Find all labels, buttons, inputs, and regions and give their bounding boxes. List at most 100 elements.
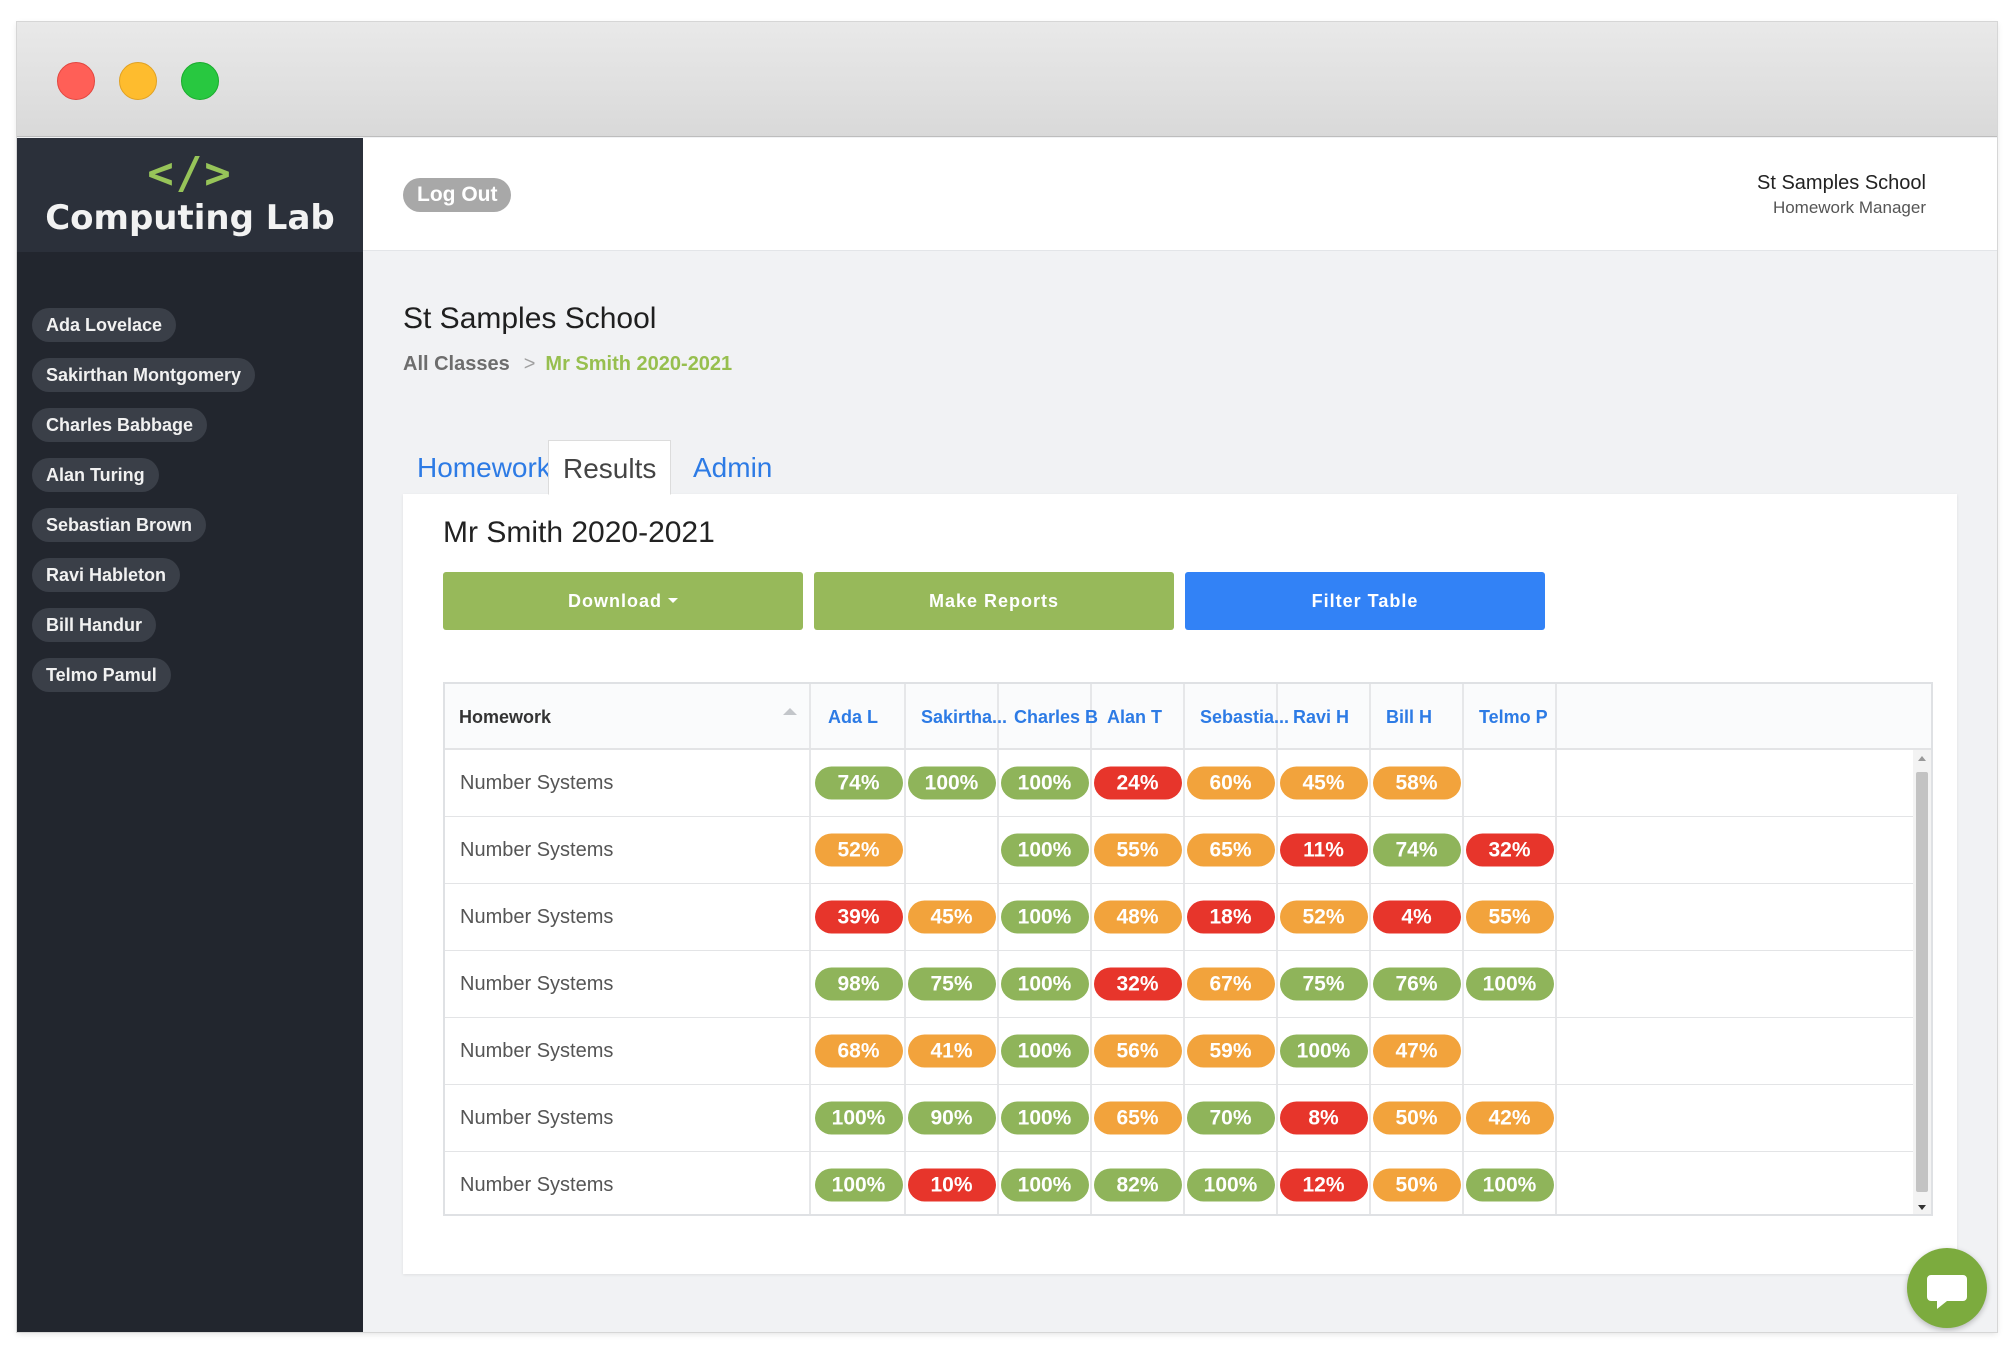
brand-logo[interactable]: </> Computing Lab bbox=[17, 138, 363, 252]
table-scrollbar[interactable] bbox=[1913, 750, 1931, 1214]
score-badge[interactable]: 67% bbox=[1186, 967, 1275, 1001]
score-badge[interactable]: 48% bbox=[1093, 900, 1182, 934]
student-column-header[interactable]: Sakirtha... bbox=[906, 684, 1007, 748]
homework-name[interactable]: Number Systems bbox=[445, 1018, 811, 1084]
score-badge[interactable]: 39% bbox=[814, 900, 903, 934]
score-badge[interactable]: 75% bbox=[907, 967, 996, 1001]
homework-name[interactable]: Number Systems bbox=[445, 750, 811, 816]
score-badge[interactable]: 52% bbox=[1279, 900, 1368, 934]
score-badge[interactable]: 74% bbox=[814, 766, 903, 800]
score-badge[interactable]: 65% bbox=[1186, 833, 1275, 867]
scroll-down-icon[interactable] bbox=[1918, 1205, 1926, 1210]
score-badge[interactable]: 74% bbox=[1372, 833, 1461, 867]
minimize-window-button[interactable] bbox=[119, 62, 157, 100]
score-badge[interactable]: 41% bbox=[907, 1034, 996, 1068]
logout-button[interactable]: Log Out bbox=[403, 178, 512, 212]
score-badge[interactable]: 4% bbox=[1372, 900, 1461, 934]
scroll-up-icon[interactable] bbox=[1918, 756, 1926, 761]
sidebar-item-student[interactable]: Alan Turing bbox=[32, 458, 159, 492]
student-column-header[interactable]: Ravi H bbox=[1278, 684, 1371, 748]
score-badge[interactable]: 70% bbox=[1186, 1101, 1275, 1135]
score-badge[interactable]: 100% bbox=[907, 766, 996, 800]
homework-column-header[interactable]: Homework bbox=[445, 684, 811, 748]
score-badge[interactable]: 32% bbox=[1093, 967, 1182, 1001]
homework-name[interactable]: Number Systems bbox=[445, 1085, 811, 1151]
score-badge[interactable]: 47% bbox=[1372, 1034, 1461, 1068]
student-column-header[interactable]: Telmo P bbox=[1464, 684, 1557, 748]
sidebar-item-student[interactable]: Charles Babbage bbox=[32, 408, 208, 442]
score-badge[interactable]: 42% bbox=[1465, 1101, 1554, 1135]
score-badge[interactable]: 10% bbox=[907, 1168, 996, 1202]
download-button[interactable]: Download bbox=[443, 572, 803, 630]
score-badge[interactable]: 24% bbox=[1093, 766, 1182, 800]
score-badge[interactable]: 100% bbox=[1279, 1034, 1368, 1068]
sort-asc-icon[interactable] bbox=[783, 708, 797, 715]
score-badge[interactable]: 98% bbox=[814, 967, 903, 1001]
student-column-header[interactable]: Ada L bbox=[813, 684, 906, 748]
score-badge[interactable]: 100% bbox=[1000, 1101, 1089, 1135]
scrollbar-thumb[interactable] bbox=[1916, 772, 1928, 1192]
sidebar-item-student[interactable]: Telmo Pamul bbox=[32, 658, 171, 692]
score-cell: 100% bbox=[813, 1085, 906, 1151]
sidebar-item-student[interactable]: Ravi Hableton bbox=[32, 558, 181, 592]
score-badge[interactable]: 32% bbox=[1465, 833, 1554, 867]
homework-name[interactable]: Number Systems bbox=[445, 884, 811, 950]
student-column-header[interactable]: Alan T bbox=[1092, 684, 1185, 748]
score-badge[interactable]: 100% bbox=[1000, 1168, 1089, 1202]
score-badge[interactable]: 45% bbox=[907, 900, 996, 934]
score-badge[interactable]: 50% bbox=[1372, 1101, 1461, 1135]
score-badge[interactable]: 100% bbox=[1465, 967, 1554, 1001]
tab-results[interactable]: Results bbox=[548, 440, 672, 495]
score-badge[interactable]: 45% bbox=[1279, 766, 1368, 800]
score-badge[interactable]: 50% bbox=[1372, 1168, 1461, 1202]
score-badge[interactable]: 100% bbox=[1186, 1168, 1275, 1202]
student-column-header[interactable]: Sebastia... bbox=[1185, 684, 1289, 748]
homework-name[interactable]: Number Systems bbox=[445, 951, 811, 1017]
score-badge[interactable]: 100% bbox=[1000, 766, 1089, 800]
maximize-window-button[interactable] bbox=[181, 62, 219, 100]
breadcrumb-current-class[interactable]: Mr Smith 2020-2021 bbox=[545, 353, 732, 375]
score-badge[interactable]: 90% bbox=[907, 1101, 996, 1135]
score-badge[interactable]: 75% bbox=[1279, 967, 1368, 1001]
homework-name[interactable]: Number Systems bbox=[445, 817, 811, 883]
sidebar-item-student[interactable]: Bill Handur bbox=[32, 608, 157, 642]
score-badge[interactable]: 58% bbox=[1372, 766, 1461, 800]
score-badge[interactable]: 65% bbox=[1093, 1101, 1182, 1135]
score-badge[interactable]: 100% bbox=[814, 1101, 903, 1135]
tab-admin[interactable]: Admin bbox=[679, 440, 786, 495]
score-badge[interactable]: 12% bbox=[1279, 1168, 1368, 1202]
sidebar-item-student[interactable]: Sakirthan Montgomery bbox=[32, 358, 256, 392]
close-window-button[interactable] bbox=[57, 62, 95, 100]
score-cell: 67% bbox=[1185, 951, 1278, 1017]
score-badge[interactable]: 52% bbox=[814, 833, 903, 867]
sidebar-item-student[interactable]: Sebastian Brown bbox=[32, 508, 207, 542]
score-badge[interactable]: 18% bbox=[1186, 900, 1275, 934]
score-badge[interactable]: 100% bbox=[1465, 1168, 1554, 1202]
score-badge[interactable]: 100% bbox=[1000, 967, 1089, 1001]
score-badge[interactable]: 100% bbox=[1000, 833, 1089, 867]
score-badge[interactable]: 11% bbox=[1279, 833, 1368, 867]
score-badge[interactable]: 55% bbox=[1465, 900, 1554, 934]
make-reports-button[interactable]: Make Reports bbox=[814, 572, 1174, 630]
score-badge[interactable]: 100% bbox=[1000, 900, 1089, 934]
download-label: Download bbox=[568, 591, 662, 611]
filter-table-button[interactable]: Filter Table bbox=[1185, 572, 1545, 630]
score-badge[interactable]: 100% bbox=[1000, 1034, 1089, 1068]
score-badge[interactable]: 60% bbox=[1186, 766, 1275, 800]
score-badge[interactable]: 56% bbox=[1093, 1034, 1182, 1068]
student-column-header[interactable]: Bill H bbox=[1371, 684, 1464, 748]
sidebar-item-student[interactable]: Ada Lovelace bbox=[32, 308, 177, 342]
score-badge[interactable]: 100% bbox=[814, 1168, 903, 1202]
tab-homework[interactable]: Homework bbox=[403, 440, 565, 495]
score-badge[interactable]: 59% bbox=[1186, 1034, 1275, 1068]
score-badge[interactable]: 55% bbox=[1093, 833, 1182, 867]
chat-button[interactable] bbox=[1907, 1248, 1987, 1328]
homework-name[interactable]: Number Systems bbox=[445, 1152, 811, 1214]
student-column-header[interactable]: Charles B bbox=[999, 684, 1098, 748]
score-badge[interactable]: 82% bbox=[1093, 1168, 1182, 1202]
score-cell: 100% bbox=[999, 884, 1092, 950]
score-badge[interactable]: 8% bbox=[1279, 1101, 1368, 1135]
score-badge[interactable]: 76% bbox=[1372, 967, 1461, 1001]
breadcrumb-all-classes[interactable]: All Classes bbox=[403, 353, 510, 375]
score-badge[interactable]: 68% bbox=[814, 1034, 903, 1068]
